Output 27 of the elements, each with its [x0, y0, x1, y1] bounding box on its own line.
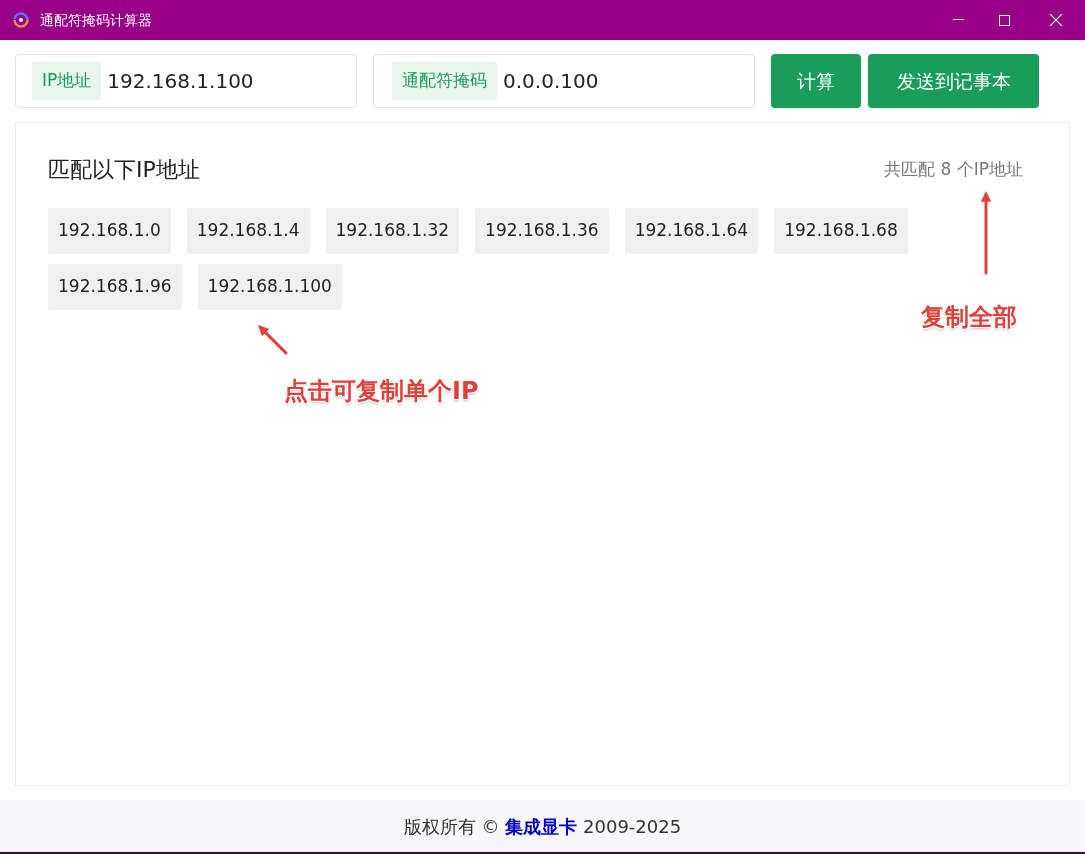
window-title: 通配符掩码计算器 — [40, 10, 152, 30]
ip-chip[interactable]: 192.168.1.64 — [624, 208, 759, 254]
author-link[interactable]: 集成显卡 — [505, 815, 578, 837]
ip-chip[interactable]: 192.168.1.4 — [186, 208, 310, 254]
ip-input[interactable]: 192.168.1.100 — [107, 66, 308, 96]
ip-input-field[interactable]: IP地址 192.168.1.100 — [15, 54, 357, 108]
ip-chip[interactable]: 192.168.1.32 — [325, 208, 460, 254]
ip-chip[interactable]: 192.168.1.36 — [475, 208, 609, 254]
annotation-text: 点击可复制单个IP — [284, 376, 479, 407]
app-logo-icon — [12, 11, 30, 29]
field-label: 通配符掩码 — [392, 62, 497, 100]
ip-chip[interactable]: 192.168.1.68 — [774, 208, 908, 254]
match-count-link[interactable]: 共匹配 8 个IP地址 — [884, 156, 1023, 183]
ip-chip[interactable]: 192.168.1.0 — [48, 208, 171, 254]
annotation-text: 复制全部 — [921, 302, 1017, 333]
copyright-text: 版权所有 © 集成显卡 2009-2025 — [403, 814, 682, 839]
maximize-icon — [998, 14, 1010, 26]
results-heading: 匹配以下IP地址 — [48, 156, 200, 184]
ip-chip[interactable]: 192.168.1.100 — [197, 264, 342, 310]
close-icon — [1050, 14, 1062, 26]
calculate-button[interactable]: 计算 — [771, 54, 861, 108]
mask-input-field[interactable]: 通配符掩码 0.0.0.100 — [373, 54, 755, 108]
minimize-icon — [952, 19, 964, 21]
send-button[interactable]: 发送到记事本 — [868, 54, 1039, 108]
ip-chip[interactable]: 192.168.1.96 — [48, 264, 182, 310]
field-label: IP地址 — [32, 62, 102, 100]
mask-input[interactable]: 0.0.0.100 — [503, 66, 703, 96]
